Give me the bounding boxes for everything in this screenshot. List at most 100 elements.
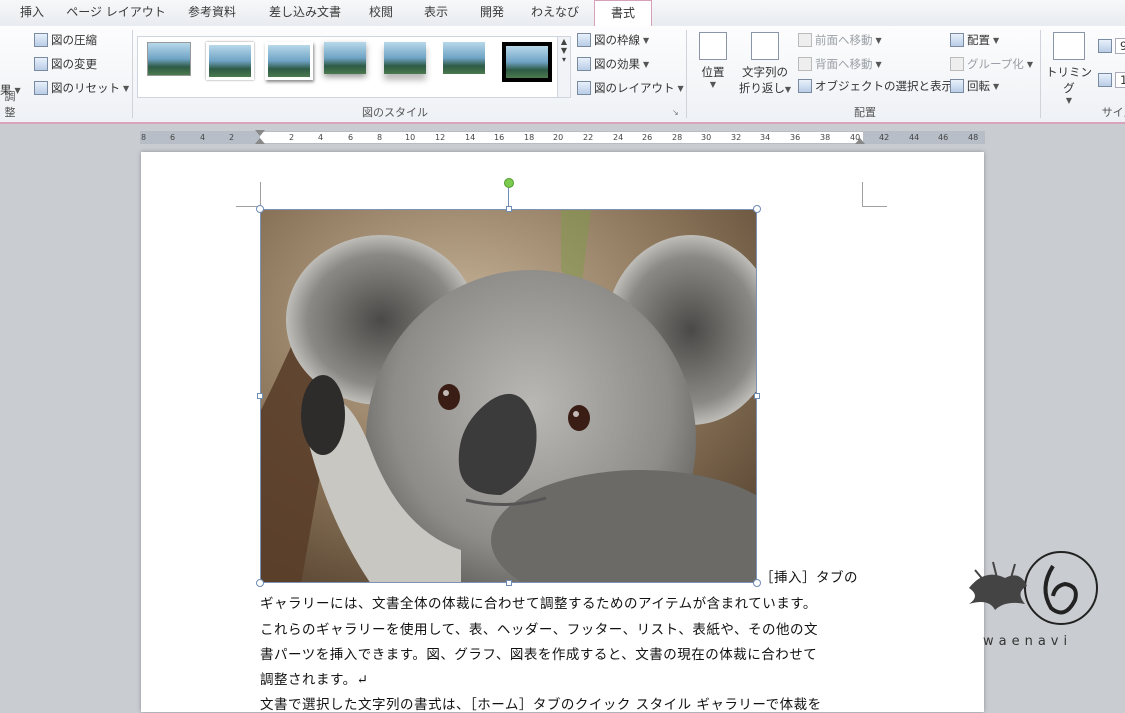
selection-pane-icon — [798, 79, 812, 93]
tab-mailings[interactable]: 差し込み文書 — [256, 0, 354, 25]
position-button[interactable]: 位置 ▼ — [696, 32, 730, 89]
resize-handle-bottom-left[interactable] — [256, 579, 264, 587]
crop-button[interactable]: トリミング ▼ — [1046, 32, 1092, 105]
tab-references[interactable]: 参考資料 — [176, 0, 248, 25]
width-field[interactable]: 1 — [1098, 72, 1125, 88]
wrap-label-1: 文字列の — [742, 65, 788, 79]
ruler-tick: 22 — [583, 133, 594, 142]
send-backward-button[interactable]: 背面へ移動 ▼ — [798, 56, 882, 72]
group-label-size: サイズ — [1101, 106, 1125, 119]
width-value[interactable]: 1 — [1115, 72, 1125, 88]
tab-developer[interactable]: 開発 — [470, 0, 514, 25]
margin-corner-mark — [236, 182, 261, 207]
tab-review[interactable]: 校閲 — [360, 0, 402, 25]
ruler-tick: 6 — [170, 133, 176, 142]
style-thumbnail[interactable] — [443, 42, 485, 74]
align-icon — [950, 33, 964, 47]
selection-pane-button[interactable]: オブジェクトの選択と表示 — [798, 78, 953, 94]
gallery-scroll[interactable]: ▲ ▼ ▾ — [557, 36, 571, 98]
group-adjust: 図の圧縮 果 ▼ 図の変更 図のリセット ▼ 調整 — [0, 26, 132, 122]
ruler-tick: 28 — [672, 133, 683, 142]
resize-handle-top[interactable] — [506, 206, 512, 212]
group-label-adjust: 調整 — [4, 90, 16, 119]
pencil-icon — [577, 33, 591, 47]
right-indent-marker[interactable] — [855, 138, 865, 144]
group-label-arrange: 配置 — [854, 106, 876, 119]
style-thumbnail[interactable] — [206, 42, 254, 80]
koala-picture[interactable] — [260, 209, 757, 583]
tab-insert[interactable]: 挿入 — [8, 0, 56, 25]
crop-icon — [1053, 32, 1085, 60]
group-separator — [132, 30, 133, 118]
dropdown-arrow-icon: ▼ — [1026, 59, 1033, 69]
layout-label: 図のレイアウト — [594, 81, 675, 95]
style-thumbnail[interactable] — [384, 42, 426, 74]
dropdown-arrow-icon: ▼ — [784, 85, 792, 94]
ruler-tick: 2 — [289, 133, 295, 142]
wrap-text-button[interactable]: 文字列の 折り返し▼ — [736, 32, 794, 96]
style-thumbnail[interactable] — [324, 42, 366, 74]
tab-waenavi[interactable]: わえなび — [524, 0, 586, 25]
rotate-icon — [950, 79, 964, 93]
resize-handle-top-right[interactable] — [753, 205, 761, 213]
dropdown-arrow-icon: ▼ — [643, 59, 650, 69]
ruler-tick: 8 — [377, 133, 383, 142]
ruler-tick: 8 — [141, 133, 147, 142]
compress-label: 図の圧縮 — [51, 33, 97, 47]
send-backward-label: 背面へ移動 — [815, 57, 873, 71]
body-text-line: 文書で選択した文字列の書式は、［ホーム］タブのクイック スタイル ギャラリーで体… — [260, 697, 822, 713]
logo-emblem-icon — [969, 551, 1098, 625]
ruler-tick: 30 — [701, 133, 712, 142]
picture-layout-button[interactable]: 図のレイアウト ▼ — [577, 80, 684, 96]
ruler-tick: 4 — [318, 133, 324, 142]
height-value[interactable]: 9 — [1115, 38, 1125, 54]
picture-effects-button[interactable]: 図の効果 ▼ — [577, 56, 649, 72]
ruler-tick: 10 — [405, 133, 416, 142]
style-thumbnail-selected[interactable] — [502, 42, 552, 82]
tab-format[interactable]: 書式 — [594, 0, 652, 27]
compress-pictures-button[interactable]: 図の圧縮 — [34, 32, 97, 48]
height-field[interactable]: 9 — [1098, 38, 1125, 54]
reset-picture-button[interactable]: 図のリセット ▼ — [34, 80, 129, 96]
group-icon — [950, 57, 964, 71]
group-button[interactable]: グループ化 ▼ — [950, 56, 1033, 72]
change-picture-icon — [34, 57, 48, 71]
rotate-button[interactable]: 回転 ▼ — [950, 78, 999, 94]
dropdown-arrow-icon: ▼ — [677, 83, 684, 93]
tab-view[interactable]: 表示 — [414, 0, 458, 25]
horizontal-ruler[interactable]: 8 6 4 2 2 4 6 8 10 12 14 16 18 20 22 24 … — [140, 130, 985, 144]
dropdown-arrow-icon: ▼ — [1065, 96, 1073, 105]
change-picture-button[interactable]: 図の変更 — [34, 56, 97, 72]
group-label: グループ化 — [967, 57, 1024, 71]
logo-wordmark: waenavi — [983, 634, 1073, 649]
style-thumbnail[interactable] — [147, 42, 191, 76]
dialog-launcher-icon[interactable]: ↘ — [672, 108, 679, 117]
tab-page-layout[interactable]: ページ レイアウト — [64, 0, 168, 25]
ruler-tick: 46 — [938, 133, 949, 142]
koala-image — [261, 210, 756, 582]
resize-handle-left[interactable] — [257, 393, 263, 399]
first-line-indent-marker[interactable] — [255, 130, 265, 136]
dropdown-arrow-icon: ▼ — [875, 59, 882, 69]
hanging-indent-marker[interactable] — [255, 138, 265, 144]
style-thumbnail[interactable] — [265, 42, 313, 80]
align-button[interactable]: 配置 ▼ — [950, 32, 999, 48]
dropdown-arrow-icon: ▼ — [875, 35, 882, 45]
body-text-line: ［挿入］タブの — [760, 570, 858, 586]
resize-handle-top-left[interactable] — [256, 205, 264, 213]
picture-border-button[interactable]: 図の枠線 ▼ — [577, 32, 649, 48]
dropdown-arrow-icon: ▼ — [643, 35, 650, 45]
reset-label: 図のリセット — [51, 81, 120, 95]
body-text-line: 書パーツを挿入できます。図、グラフ、図表を作成すると、文書の現在の体裁に合わせて — [260, 647, 818, 663]
ruler-tick: 16 — [494, 133, 505, 142]
border-label: 図の枠線 — [594, 33, 640, 47]
ruler-tick: 36 — [790, 133, 801, 142]
resize-handle-bottom[interactable] — [506, 580, 512, 586]
rotation-handle[interactable] — [504, 178, 514, 188]
bring-forward-button[interactable]: 前面へ移動 ▼ — [798, 32, 882, 48]
bring-forward-icon — [798, 33, 812, 47]
ribbon: 図の圧縮 果 ▼ 図の変更 図のリセット ▼ 調整 ▲ ▼ ▾ 図の枠線 ▼ 図の効果 ▼ — [0, 26, 1125, 124]
ruler-tick: 42 — [879, 133, 890, 142]
resize-handle-right[interactable] — [754, 393, 760, 399]
compress-icon — [34, 33, 48, 47]
